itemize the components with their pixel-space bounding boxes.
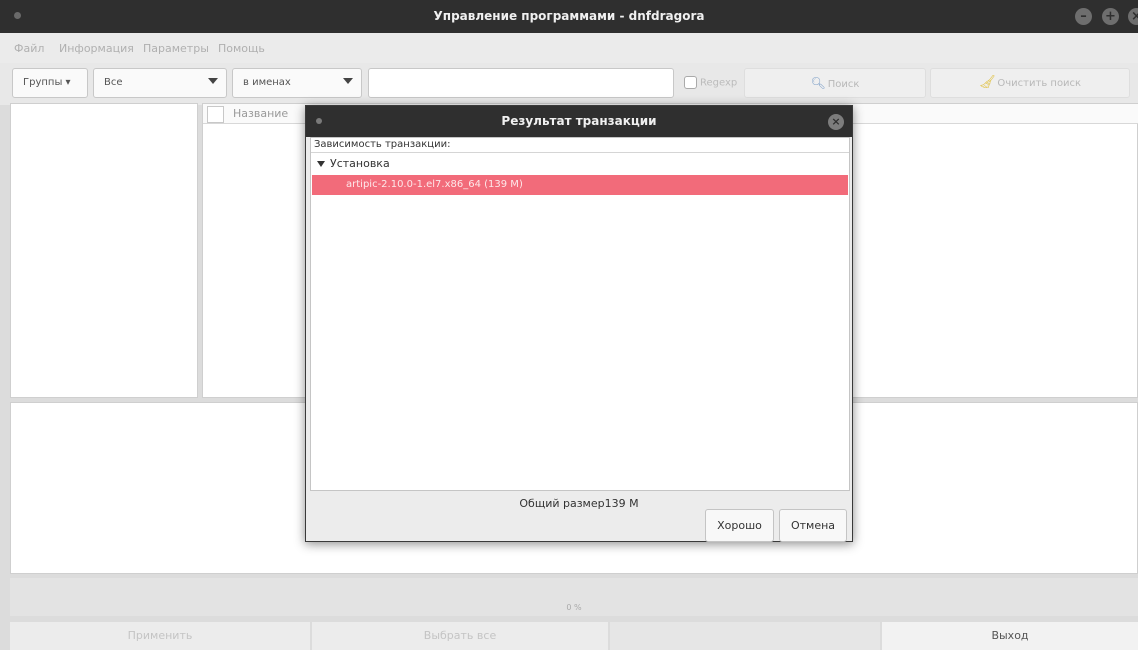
expander-icon[interactable] (317, 161, 325, 167)
checkbox-icon (684, 76, 697, 89)
search-button-label: Поиск (827, 79, 860, 90)
exit-button[interactable]: Выход (882, 622, 1138, 650)
transaction-result-dialog: Результат транзакции × Зависимость транз… (305, 105, 853, 542)
spacer (610, 622, 880, 650)
maximize-icon[interactable]: + (1102, 8, 1119, 25)
search-button[interactable]: 🔍︎ Поиск (744, 68, 926, 98)
progress-text: 0 % (566, 603, 582, 612)
dialog-title-bar: Результат транзакции × (306, 106, 852, 137)
chevron-down-icon (208, 78, 218, 84)
title-bar: Управление программами - dnfdragora – + … (0, 0, 1138, 33)
search-scope-select[interactable]: в именах (232, 68, 362, 98)
search-icon: 🔍︎ (810, 76, 826, 90)
select-all-checkbox[interactable] (207, 106, 224, 123)
dialog-title: Результат транзакции (501, 114, 657, 128)
groups-label: Группы ▾ (23, 77, 71, 88)
menu-parameters[interactable]: Параметры (143, 42, 209, 55)
transaction-tree-header: Зависимость транзакции: (311, 138, 849, 153)
menu-information[interactable]: Информация (59, 42, 134, 55)
toolbar: Группы ▾ Все в именах Regexp 🔍︎ Поиск 🧹︎ О… (0, 63, 1138, 105)
chevron-down-icon (343, 78, 353, 84)
ok-button[interactable]: Хорошо (705, 509, 774, 542)
filter-value: Все (104, 77, 123, 88)
menu-bar: Файл Информация Параметры Помощь (0, 33, 1138, 63)
search-scope-value: в именах (243, 77, 291, 88)
regexp-label: Regexp (700, 77, 738, 89)
clear-search-button[interactable]: 🧹︎ Очистить поиск (930, 68, 1130, 98)
apply-button[interactable]: Применить (10, 622, 310, 650)
groups-button[interactable]: Группы ▾ (12, 68, 88, 98)
cancel-button[interactable]: Отмена (779, 509, 847, 542)
progress-bar: 0 % (10, 578, 1138, 616)
window-title: Управление программами - dnfdragora (433, 9, 705, 23)
groups-tree[interactable] (10, 103, 198, 398)
broom-icon: 🧹︎ (978, 75, 996, 90)
select-all-button[interactable]: Выбрать все (312, 622, 608, 650)
dialog-close-icon[interactable]: × (828, 114, 844, 130)
clear-search-label: Очистить поиск (997, 78, 1082, 89)
column-name[interactable]: Название (233, 107, 288, 120)
tree-group-label: Установка (330, 157, 390, 170)
bottom-bar: Применить Выбрать все Выход (0, 618, 1138, 650)
menu-file[interactable]: Файл (14, 42, 44, 55)
menu-help[interactable]: Помощь (218, 42, 265, 55)
close-icon[interactable]: × (1128, 8, 1138, 25)
regexp-checkbox[interactable]: Regexp (684, 76, 737, 89)
transaction-tree[interactable]: Зависимость транзакции: Установка artipi… (310, 137, 850, 491)
filter-select[interactable]: Все (93, 68, 227, 98)
tree-row-package[interactable]: artipic-2.10.0-1.el7.x86_64 (139 M) (312, 175, 848, 195)
search-input[interactable] (368, 68, 674, 98)
tree-group-install[interactable]: Установка (317, 157, 390, 170)
minimize-icon[interactable]: – (1075, 8, 1092, 25)
